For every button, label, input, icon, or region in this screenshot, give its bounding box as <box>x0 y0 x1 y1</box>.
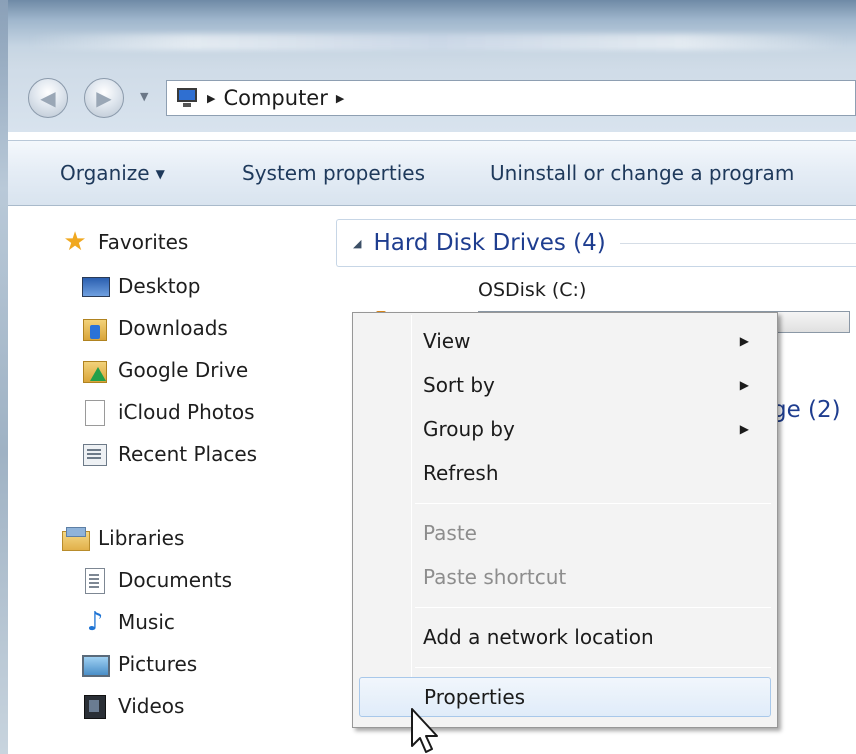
collapse-triangle-icon[interactable]: ◢ <box>353 237 361 250</box>
nav-item-label: Downloads <box>118 316 228 340</box>
desktop-icon <box>82 273 110 299</box>
window-frame-left <box>0 0 8 754</box>
nav-item-pictures[interactable]: Pictures <box>82 651 197 677</box>
group-header-partial: ge (2) <box>772 397 841 423</box>
context-menu-separator <box>415 667 771 668</box>
nav-favorites-label: Favorites <box>98 230 189 254</box>
nav-item-label: Documents <box>118 568 233 592</box>
title-bar-blurred-path <box>28 34 848 50</box>
context-menu-add-network-location[interactable]: Add a network location <box>359 617 771 657</box>
star-icon: ★ <box>63 227 87 257</box>
group-title: Hard Disk Drives (4) <box>373 230 606 256</box>
breadcrumb-chevron-icon[interactable]: ▶ <box>336 92 344 105</box>
nav-item-label: Pictures <box>118 652 198 676</box>
group-header-hard-disk-drives[interactable]: ◢ Hard Disk Drives (4) <box>336 219 856 267</box>
mouse-pointer-icon <box>411 708 438 753</box>
context-menu-sort-by[interactable]: Sort by ▶ <box>359 365 771 405</box>
nav-item-desktop[interactable]: Desktop <box>82 273 200 299</box>
navigation-pane: ★ Favorites Desktop Downloads Google Dri… <box>8 207 326 754</box>
breadcrumb-computer[interactable]: Computer <box>223 86 327 110</box>
nav-item-label: iCloud Photos <box>118 400 255 424</box>
address-bar[interactable]: ▶ Computer ▶ <box>166 80 856 116</box>
organize-label: Organize <box>60 161 150 185</box>
submenu-arrow-icon: ▶ <box>739 422 749 436</box>
nav-item-documents[interactable]: Documents <box>82 567 233 594</box>
nav-item-videos[interactable]: Videos <box>82 693 184 719</box>
context-menu-item-label: Paste shortcut <box>423 565 567 589</box>
nav-item-label: Desktop <box>118 274 201 298</box>
libraries-icon <box>62 525 90 551</box>
drive-name[interactable]: OSDisk (C:) <box>478 279 586 301</box>
title-bar[interactable] <box>8 0 856 66</box>
nav-item-downloads[interactable]: Downloads <box>82 315 228 341</box>
organize-button[interactable]: Organize ▼ <box>60 161 165 185</box>
context-menu-item-label: Properties <box>424 685 526 709</box>
address-row: ◀ ▶ ▼ ▶ Computer ▶ <box>8 66 856 132</box>
nav-favorites[interactable]: ★ Favorites <box>62 229 188 255</box>
nav-item-music[interactable]: ♪ Music <box>82 609 175 635</box>
context-menu-item-label: Refresh <box>423 461 499 485</box>
context-menu-item-label: Add a network location <box>423 625 654 649</box>
google-drive-folder-icon <box>82 357 108 383</box>
group-divider <box>619 242 856 244</box>
context-menu-refresh[interactable]: Refresh <box>359 453 771 493</box>
nav-item-label: Google Drive <box>118 358 249 382</box>
breadcrumb-chevron-icon[interactable]: ▶ <box>207 92 215 105</box>
pictures-icon <box>82 651 110 677</box>
back-button[interactable]: ◀ <box>28 78 68 118</box>
videos-icon <box>82 693 108 719</box>
back-arrow-icon: ◀ <box>40 86 56 110</box>
forward-button[interactable]: ▶ <box>84 78 124 118</box>
context-menu-view[interactable]: View ▶ <box>359 321 771 361</box>
command-bar: Organize ▼ System properties Uninstall or… <box>8 140 856 206</box>
context-menu-separator <box>415 607 771 608</box>
nav-item-label: Music <box>118 610 175 634</box>
computer-icon <box>173 87 199 109</box>
recent-places-icon <box>82 441 108 467</box>
context-menu-item-label: Sort by <box>423 373 495 397</box>
nav-item-recent-places[interactable]: Recent Places <box>82 441 257 467</box>
context-menu: View ▶ Sort by ▶ Group by ▶ Refresh Past… <box>352 312 778 728</box>
music-icon: ♪ <box>86 607 104 637</box>
context-menu-paste-shortcut: Paste shortcut <box>359 557 771 597</box>
system-properties-button[interactable]: System properties <box>242 161 425 185</box>
nav-item-google-drive[interactable]: Google Drive <box>82 357 248 383</box>
nav-libraries[interactable]: Libraries <box>62 525 184 551</box>
context-menu-item-label: Paste <box>423 521 477 545</box>
nav-libraries-label: Libraries <box>98 526 185 550</box>
context-menu-item-label: View <box>423 329 471 353</box>
downloads-folder-icon <box>82 315 108 341</box>
recent-pages-dropdown-icon[interactable]: ▼ <box>140 90 148 103</box>
documents-icon <box>82 567 108 594</box>
forward-arrow-icon: ▶ <box>96 86 112 110</box>
submenu-arrow-icon: ▶ <box>739 378 749 392</box>
context-menu-paste: Paste <box>359 513 771 553</box>
nav-item-label: Recent Places <box>118 442 258 466</box>
context-menu-item-label: Group by <box>423 417 515 441</box>
uninstall-program-button[interactable]: Uninstall or change a program <box>490 161 794 185</box>
context-menu-group-by[interactable]: Group by ▶ <box>359 409 771 449</box>
icloud-photos-icon <box>82 399 108 426</box>
nav-item-icloud-photos[interactable]: iCloud Photos <box>82 399 255 426</box>
chevron-down-icon: ▼ <box>155 167 165 181</box>
context-menu-separator <box>415 503 771 504</box>
submenu-arrow-icon: ▶ <box>739 334 749 348</box>
nav-item-label: Videos <box>118 694 185 718</box>
